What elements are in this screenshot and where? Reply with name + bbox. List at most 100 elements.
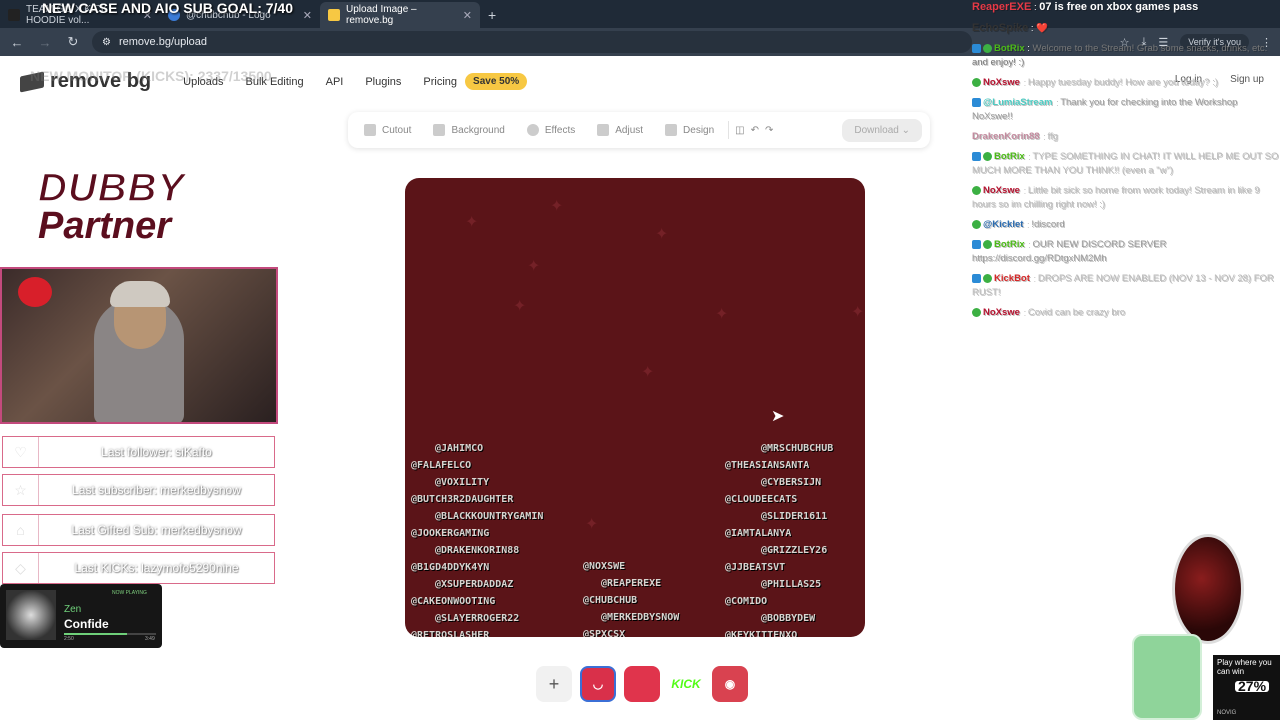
name-label: @XSUPERDADDAZ: [435, 579, 514, 590]
star-decoration: ✦: [513, 298, 527, 315]
undo-icon[interactable]: ↶: [751, 125, 759, 136]
editor-toolbar: Cutout Background Effects Adjust Design …: [348, 112, 930, 148]
close-tab-icon[interactable]: ✕: [463, 9, 472, 22]
tool-design[interactable]: Design: [657, 124, 722, 136]
chat-username[interactable]: NoXswe: [983, 307, 1020, 318]
toolbar-divider: [728, 121, 730, 139]
nav-pricing[interactable]: Pricing: [423, 76, 457, 88]
chat-text: ❤️: [1036, 23, 1049, 34]
verified-badge-icon: [972, 185, 981, 195]
design-icon: [665, 124, 678, 136]
mouse-cursor-icon: ➤: [771, 408, 785, 425]
site-info-icon[interactable]: ⚙: [102, 37, 111, 48]
thumbnail-selected[interactable]: ◡: [580, 666, 616, 702]
forward-arrow-icon[interactable]: →: [36, 35, 54, 50]
compare-icon[interactable]: ◫: [735, 125, 744, 136]
tab-remove-bg[interactable]: Upload Image – remove.bg ✕: [320, 2, 480, 28]
chat-text: Happy tuesday buddy! How are you today? …: [1027, 77, 1219, 88]
verified-badge-icon: [983, 273, 992, 283]
sliders-icon: [597, 124, 610, 136]
chat-username[interactable]: @Kicklet: [983, 219, 1023, 230]
sponsor-ad[interactable]: Play where you can win 27% NOVIG: [1213, 655, 1280, 720]
kick-icon: ◇: [3, 553, 39, 583]
close-tab-icon[interactable]: ✕: [303, 9, 312, 22]
star-decoration: ✦: [655, 226, 669, 243]
chat-username[interactable]: BotRix: [994, 151, 1025, 162]
ad-text: Play where you can win: [1217, 658, 1272, 676]
song-total: 3:49: [145, 636, 155, 642]
name-label: @VOXILITY: [435, 477, 490, 488]
tool-cutout[interactable]: Cutout: [356, 124, 419, 136]
name-label: @CHUBCHUB: [583, 595, 638, 606]
dubby-partner-logo: DUBBY Partner: [37, 165, 185, 248]
name-label: @BLACKKOUNTRYGAMIN: [435, 511, 544, 522]
tool-adjust[interactable]: Adjust: [589, 124, 651, 136]
redo-icon[interactable]: ↷: [765, 125, 773, 136]
moderator-badge-icon: [972, 43, 981, 53]
thumbnail-kick[interactable]: KICK: [668, 666, 704, 702]
moderator-badge-icon: [972, 97, 981, 107]
name-label: @SPXCSX: [583, 629, 626, 637]
chat-message: KickBot : DROPS ARE NOW ENABLED (NOV 13 …: [972, 272, 1280, 300]
chat-separator: :: [1024, 239, 1033, 250]
url-text: remove.bg/upload: [118, 36, 208, 48]
nav-api[interactable]: API: [326, 76, 344, 88]
url-input[interactable]: ⚙ remove.bg/upload: [92, 31, 972, 53]
chat-username[interactable]: ReaperEXE: [972, 1, 1031, 13]
new-tab-button[interactable]: +: [480, 2, 504, 28]
star-decoration: ✦: [641, 364, 655, 381]
chat-username[interactable]: KickBot: [994, 273, 1030, 284]
star-decoration: ✦: [465, 214, 479, 231]
last-kicks-text: Last KICKs: lazymofo5290nine: [74, 561, 239, 575]
tool-background[interactable]: Background: [425, 124, 512, 136]
name-label: @THEASIANSANTA: [725, 460, 810, 471]
chat-message: @LumiaStream : Thank you for checking in…: [972, 96, 1280, 124]
brush-icon: [364, 124, 376, 136]
name-label: @GRIZZLEY26: [761, 545, 828, 556]
name-label: @MERKEDBYSNOW: [601, 612, 680, 623]
chat-username[interactable]: NoXswe: [983, 185, 1020, 196]
monitor-goal-text: NEW MONITOR (KICKS): 2337/13500: [30, 68, 272, 84]
chat-text: ffg: [1047, 131, 1058, 142]
chat-username[interactable]: BotRix: [994, 239, 1025, 250]
moderator-badge-icon: [972, 239, 981, 249]
moderator-badge-icon: [972, 151, 981, 161]
name-label: @IAMTALANYA: [725, 528, 792, 539]
last-follower-box: ♡ Last follower: siKafto: [2, 436, 275, 468]
tool-label: Adjust: [615, 124, 644, 136]
download-button[interactable]: Download ⌄: [842, 118, 922, 142]
names-right-column: @MRSCHUBCHUB @THEASIANSANTA @CYBERSIJN @…: [725, 440, 833, 637]
last-gifted-text: Last Gifted Sub: merkedbysnow: [71, 523, 242, 537]
image-icon: [433, 124, 446, 136]
name-label: @REAPEREXE: [601, 578, 662, 589]
back-arrow-icon[interactable]: ←: [8, 35, 26, 50]
moderator-badge-icon: [972, 273, 981, 283]
chat-username[interactable]: EchoSpike: [972, 22, 1028, 34]
chat-text: !discord: [1031, 219, 1065, 230]
chat-username[interactable]: @LumiaStream: [983, 97, 1052, 108]
chat-username[interactable]: NoXswe: [983, 77, 1020, 88]
star-decoration: ✦: [527, 258, 541, 275]
save-badge[interactable]: Save 50%: [465, 73, 528, 90]
sparkle-icon: [526, 124, 539, 136]
name-label: @RETROSLASHER: [411, 630, 490, 637]
name-label: @COMIDO: [725, 596, 768, 607]
nav-plugins[interactable]: Plugins: [365, 76, 401, 88]
thumbnail-logo[interactable]: ◉: [712, 666, 748, 702]
name-label: @BUTCH3R2DAUGHTER: [411, 494, 514, 505]
add-image-button[interactable]: +: [536, 666, 572, 702]
chat-separator: :: [1019, 77, 1028, 88]
last-subscriber-text: Last subscriber: merkedbysnow: [72, 483, 241, 497]
tool-effects[interactable]: Effects: [519, 124, 583, 136]
reload-icon[interactable]: ↻: [64, 34, 82, 50]
name-label: @DRAKENKORIN88: [435, 545, 520, 556]
chat-separator: :: [1039, 131, 1048, 142]
name-label: @CAKEONWOOTING: [411, 596, 496, 607]
name-label: @CLOUDEECATS: [725, 494, 798, 505]
image-canvas[interactable]: ✦ ✦ ✦ ✦ ✦ ✦ ✦ ✦ ✦ @JAHIMCO @FALAFELCO @V…: [405, 178, 865, 637]
chat-message: BotRix : Welcome to the Stream! Grab som…: [972, 42, 1280, 70]
chat-username[interactable]: DrakenKorin88: [972, 131, 1040, 142]
chat-username[interactable]: BotRix: [994, 43, 1025, 54]
thumbnail-red[interactable]: [624, 666, 660, 702]
name-label: @CYBERSIJN: [761, 477, 822, 488]
